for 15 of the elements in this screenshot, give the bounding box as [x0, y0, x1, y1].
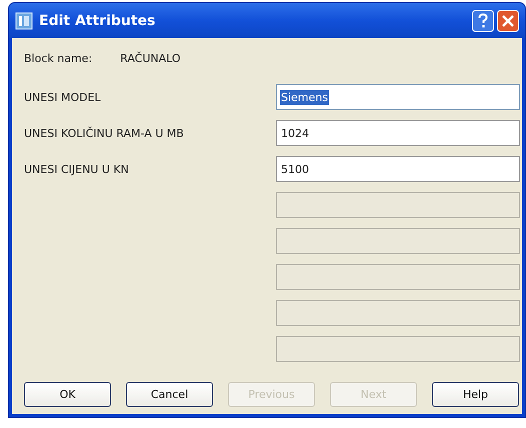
block-name-value: RAČUNALO: [120, 52, 181, 64]
dialog-button[interactable]: Cancel: [126, 382, 213, 407]
close-icon[interactable]: [497, 10, 519, 32]
help-icon[interactable]: [472, 10, 494, 32]
dialog-button[interactable]: Help: [432, 382, 519, 407]
input-field[interactable]: 1024: [276, 120, 520, 146]
window-icon: [15, 12, 33, 30]
attribute-label: UNESI KOLIČINU RAM-A U MB: [24, 126, 184, 140]
dialog-button[interactable]: OK: [24, 382, 111, 407]
block-name-label: Block name:: [24, 52, 92, 64]
attribute-label: UNESI CIJENU U KN: [24, 162, 129, 176]
attribute-label: UNESI MODEL: [24, 90, 101, 104]
window-title: Edit Attributes: [39, 12, 156, 28]
input-field[interactable]: Siemens: [276, 84, 520, 110]
input-field[interactable]: 5100: [276, 156, 520, 182]
